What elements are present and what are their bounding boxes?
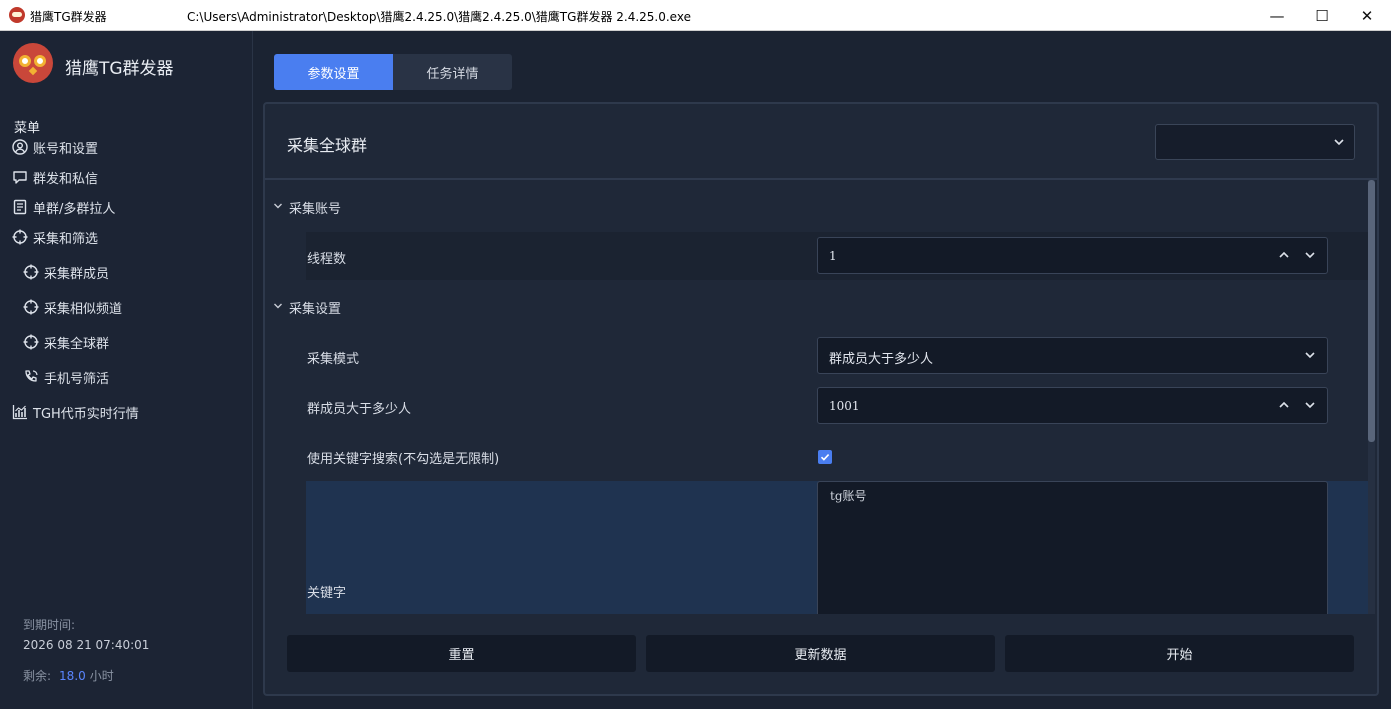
document-icon — [12, 199, 28, 215]
chevron-up-icon[interactable] — [1277, 398, 1291, 415]
sidebar-item-label: 单群/多群拉人 — [33, 201, 116, 217]
tab-params[interactable]: 参数设置 — [274, 54, 393, 90]
chevron-down-icon — [273, 300, 283, 315]
chevron-down-icon — [1332, 135, 1346, 153]
min-members-label: 群成员大于多少人 — [307, 402, 412, 417]
remain-unit: 小时 — [89, 669, 114, 683]
panel-title: 采集全球群 — [287, 136, 368, 155]
min-members-stepper[interactable]: 1001 — [817, 387, 1328, 424]
sidebar-item-tgh-market[interactable]: TGH代币实时行情 — [12, 401, 139, 423]
section-label: 采集设置 — [289, 302, 342, 317]
sidebar-item-global-groups[interactable]: 采集全球群 — [23, 331, 109, 353]
sidebar-item-label: 群发和私信 — [33, 171, 99, 187]
sidebar-item-label: 采集相似频道 — [44, 301, 123, 317]
minimize-button[interactable]: — — [1254, 0, 1300, 31]
threads-value: 1 — [829, 249, 837, 263]
keyword-label: 关键字 — [307, 586, 347, 601]
settings-panel: 采集全球群 采集账号 线程数 1 采集设置 采集模式 群成员大于多少人 群成员大… — [263, 102, 1379, 696]
app-logo-icon — [9, 7, 25, 23]
sidebar-item-collect-members[interactable]: 采集群成员 — [23, 261, 109, 283]
chevron-down-icon[interactable] — [1303, 398, 1317, 415]
min-members-value: 1001 — [829, 399, 860, 413]
chevron-down-icon — [1303, 348, 1317, 365]
tab-task-details[interactable]: 任务详情 — [393, 54, 512, 90]
update-data-button[interactable]: 更新数据 — [646, 635, 995, 672]
threads-label: 线程数 — [307, 252, 347, 267]
scroll-thumb[interactable] — [1368, 180, 1375, 442]
mode-select[interactable]: 群成员大于多少人 — [817, 337, 1328, 374]
crosshair-icon — [23, 299, 39, 315]
chevron-down-icon — [273, 200, 283, 215]
remaining-time: 剩余: 18.0 小时 — [23, 667, 114, 684]
brand-name: 猎鹰TG群发器 — [65, 59, 174, 79]
threads-stepper[interactable]: 1 — [817, 237, 1328, 274]
chart-icon — [12, 404, 28, 420]
use-keyword-label: 使用关键字搜索(不勾选是无限制) — [307, 452, 500, 467]
window-title: 猎鹰TG群发器 — [30, 10, 107, 24]
owl-logo-icon — [13, 43, 53, 83]
crosshair-icon — [23, 264, 39, 280]
account-select[interactable] — [1155, 124, 1355, 160]
sidebar-item-label: 采集和筛选 — [33, 231, 99, 247]
sidebar-item-pull-members[interactable]: 单群/多群拉人 — [12, 196, 115, 218]
expire-label: 到期时间: — [23, 618, 76, 632]
keyword-textarea[interactable]: tg账号 — [817, 481, 1328, 614]
mode-label: 采集模式 — [307, 352, 360, 367]
sidebar-item-account-settings[interactable]: 账号和设置 — [12, 136, 98, 158]
chevron-up-icon[interactable] — [1277, 248, 1291, 265]
menu-title: 菜单 — [14, 121, 41, 136]
user-circle-icon — [12, 139, 28, 155]
sidebar-item-label: 手机号筛活 — [44, 371, 110, 387]
section-collect-account[interactable]: 采集账号 — [273, 198, 341, 217]
crosshair-icon — [23, 334, 39, 350]
close-button[interactable]: ✕ — [1344, 0, 1390, 31]
start-button[interactable]: 开始 — [1005, 635, 1354, 672]
window-path: C:\Users\Administrator\Desktop\猎鹰2.4.25.… — [187, 10, 691, 24]
maximize-button[interactable]: ☐ — [1299, 0, 1345, 31]
scrollbar[interactable] — [1368, 180, 1375, 614]
sidebar-item-label: 采集群成员 — [44, 266, 110, 282]
chat-bubble-icon — [12, 169, 28, 185]
phone-icon — [23, 369, 39, 385]
sidebar-item-label: 采集全球群 — [44, 336, 110, 352]
use-keyword-checkbox[interactable] — [818, 450, 832, 464]
sidebar-item-similar-channels[interactable]: 采集相似频道 — [23, 296, 122, 318]
remain-label: 剩余: — [23, 669, 52, 683]
sidebar-item-label: TGH代币实时行情 — [33, 406, 139, 422]
remain-value: 18.0 — [59, 669, 86, 683]
form-scroll-area: 采集账号 线程数 1 采集设置 采集模式 群成员大于多少人 群成员大于多少人 1… — [265, 180, 1369, 614]
sidebar-item-collect-filter[interactable]: 采集和筛选 — [12, 226, 98, 248]
sidebar-item-phone-filter[interactable]: 手机号筛活 — [23, 366, 109, 388]
reset-button[interactable]: 重置 — [287, 635, 636, 672]
check-icon — [820, 454, 830, 461]
keyword-placeholder: tg账号 — [830, 489, 867, 503]
sidebar-item-label: 账号和设置 — [33, 141, 99, 157]
expire-time: 2026 08 21 07:40:01 — [23, 638, 150, 652]
title-bar: 猎鹰TG群发器 C:\Users\Administrator\Desktop\猎… — [0, 0, 1391, 31]
mode-value: 群成员大于多少人 — [829, 352, 934, 367]
section-label: 采集账号 — [289, 202, 342, 217]
chevron-down-icon[interactable] — [1303, 248, 1317, 265]
sidebar-item-broadcast[interactable]: 群发和私信 — [12, 166, 98, 188]
section-collect-settings[interactable]: 采集设置 — [273, 298, 341, 317]
sidebar: 猎鹰TG群发器 菜单 账号和设置 群发和私信 单群/多群拉人 采集和筛选 采集群… — [0, 31, 253, 709]
crosshair-icon — [12, 229, 28, 245]
